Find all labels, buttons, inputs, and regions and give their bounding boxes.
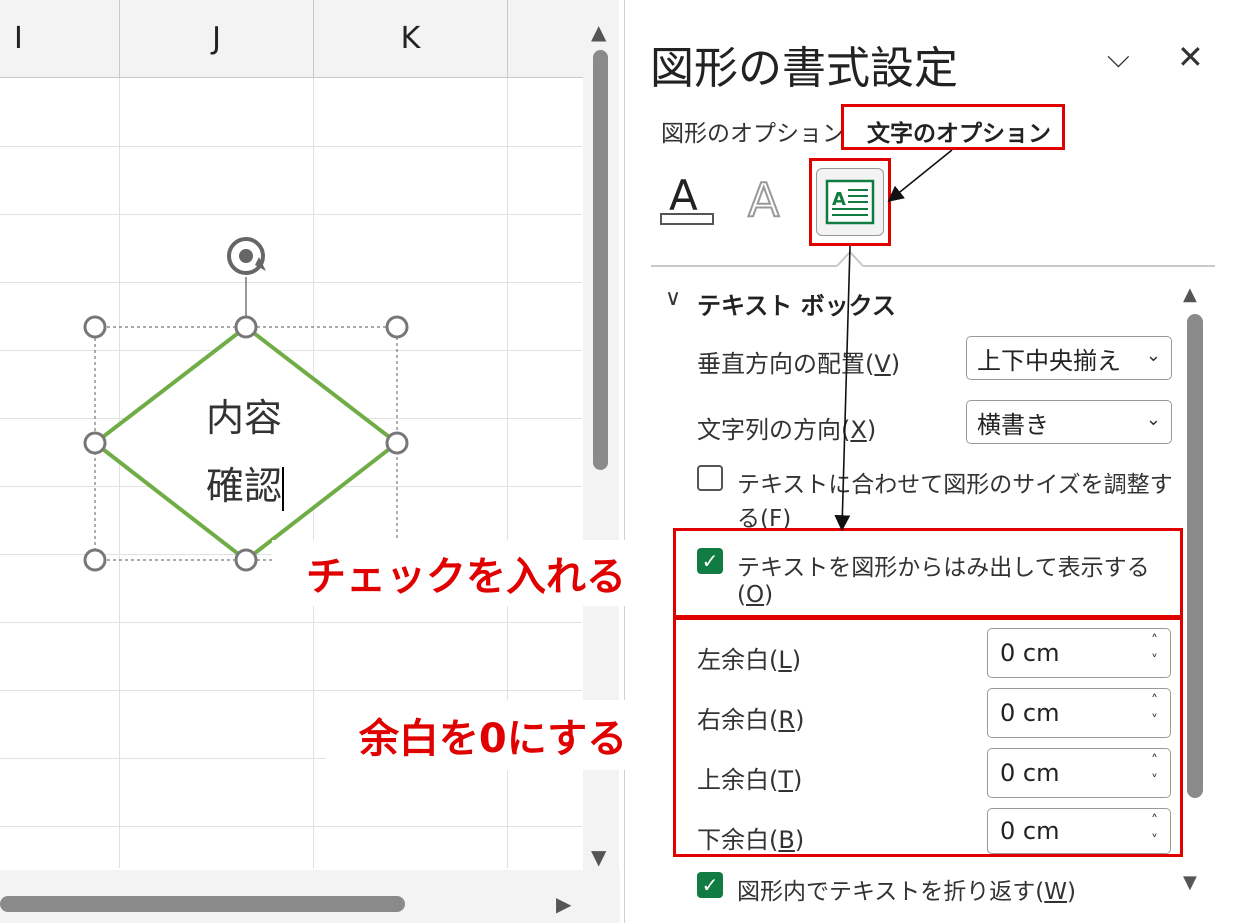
callout-check: チェックを入れる: [272, 540, 660, 606]
callout-margin: 余白を0にする: [326, 700, 660, 770]
arrow-to-textbox-tab: [887, 149, 953, 203]
arrow-to-overflow-option: [834, 245, 851, 532]
annotation-arrows: [834, 149, 953, 532]
